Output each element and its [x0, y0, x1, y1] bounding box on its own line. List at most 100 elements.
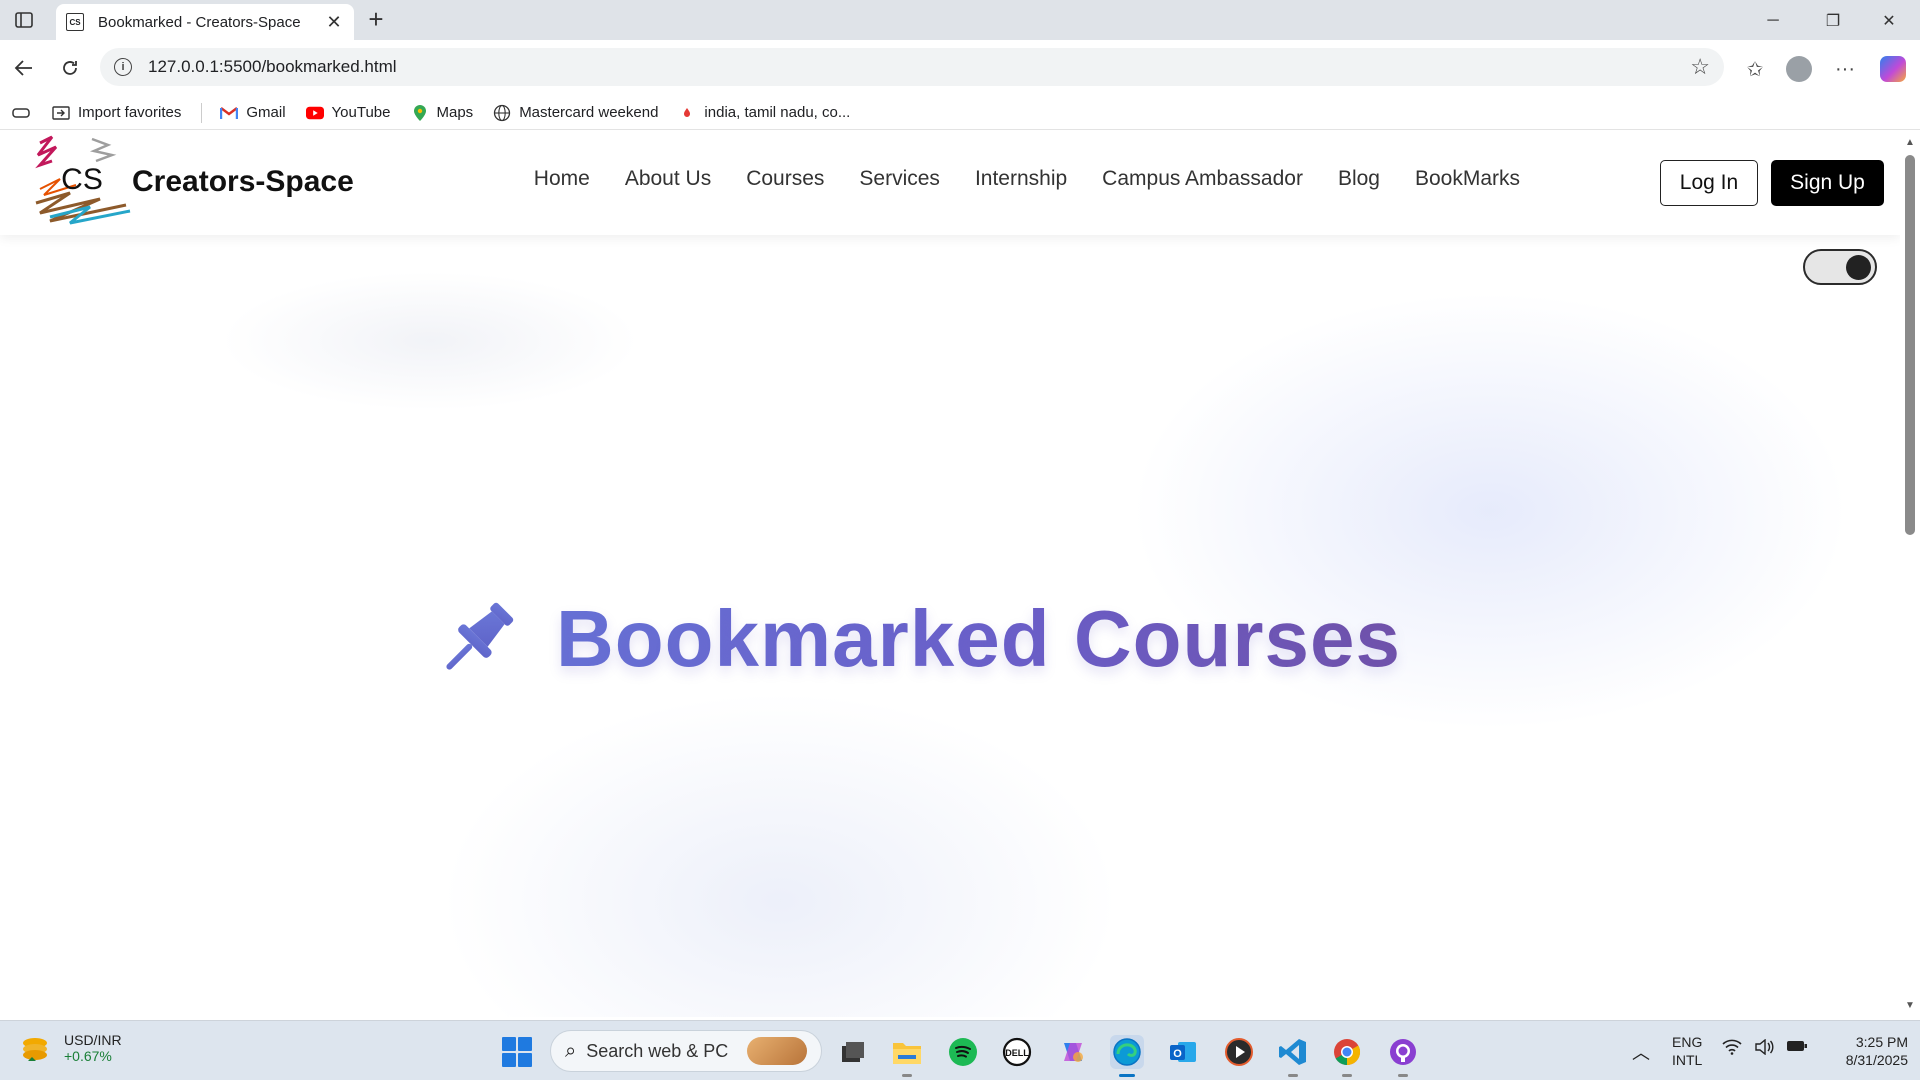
active-indicator — [1119, 1074, 1135, 1077]
copilot-icon[interactable] — [1878, 54, 1908, 84]
new-tab-icon[interactable]: + — [364, 6, 388, 32]
running-indicator — [1342, 1074, 1352, 1077]
copilot-app-icon[interactable] — [1056, 1035, 1090, 1069]
widget-title: USD/INR — [64, 1032, 122, 1048]
maps-icon — [411, 104, 429, 122]
bookmark-label: Gmail — [246, 104, 286, 121]
file-explorer-icon[interactable] — [890, 1035, 924, 1077]
restore-icon[interactable]: ❐ — [1810, 8, 1856, 34]
tab-title: Bookmarked - Creators-Space — [98, 13, 301, 31]
bookmark-label: Import favorites — [78, 104, 182, 121]
os-taskbar: USD/INR +0.67% ⌕ Search web & PC DELL O — [0, 1020, 1920, 1080]
tab-close-icon[interactable]: ✕ — [324, 12, 344, 32]
wifi-icon[interactable] — [1722, 1039, 1742, 1060]
start-windows-icon[interactable] — [502, 1037, 532, 1067]
site-info-icon[interactable]: i — [114, 58, 132, 76]
signup-button[interactable]: Sign Up — [1771, 160, 1884, 206]
vscode-icon[interactable] — [1276, 1035, 1310, 1077]
bookmark-label: Mastercard weekend — [519, 104, 659, 121]
github-desktop-icon[interactable] — [1386, 1035, 1420, 1077]
search-highlight-image — [747, 1037, 807, 1065]
address-bar[interactable]: i 127.0.0.1:5500/bookmarked.html ☆ — [100, 48, 1724, 86]
pin-dot-icon — [678, 104, 696, 122]
bookmarks-divider — [201, 102, 203, 123]
favorite-star-icon[interactable]: ☆ — [1690, 54, 1710, 80]
bookmark-maps[interactable]: Maps — [411, 104, 474, 122]
site-logo-text[interactable]: Creators-Space — [132, 165, 354, 199]
keyboard-layout: INTL — [1672, 1052, 1703, 1068]
battery-icon[interactable] — [1786, 1039, 1808, 1060]
login-button[interactable]: Log In — [1660, 160, 1758, 206]
bookmarks-bar: Import favorites Gmail YouTube Maps Mast… — [0, 96, 1920, 130]
edge-icon[interactable] — [1110, 1035, 1144, 1077]
nav-link-campus-ambassador[interactable]: Campus Ambassador — [1102, 167, 1303, 191]
site-navbar: CS Creators-Space Home About Us Courses … — [0, 131, 1900, 235]
taskbar-search-placeholder: Search web & PC — [586, 1040, 729, 1061]
pushpin-icon — [446, 602, 514, 670]
avatar — [1786, 56, 1812, 82]
scroll-down-icon[interactable]: ▼ — [1905, 1000, 1915, 1011]
site-nav-links: Home About Us Courses Services Internshi… — [499, 167, 1520, 191]
taskbar-search[interactable]: ⌕ Search web & PC — [550, 1030, 822, 1072]
nav-link-internship[interactable]: Internship — [975, 167, 1067, 191]
profile-icon[interactable] — [1784, 54, 1814, 84]
system-clock[interactable]: 3:25 PM 8/31/2025 — [1822, 1033, 1908, 1069]
reload-icon[interactable] — [56, 54, 84, 82]
back-arrow-icon[interactable] — [10, 54, 38, 82]
minimize-icon[interactable]: ─ — [1750, 8, 1796, 34]
collections-icon[interactable] — [12, 104, 30, 122]
address-url[interactable]: 127.0.0.1:5500/bookmarked.html — [148, 57, 1690, 77]
scroll-thumb[interactable] — [1905, 155, 1915, 535]
tray-overflow-chevron-icon[interactable]: ︿ — [1632, 1039, 1650, 1065]
media-player-icon[interactable] — [1222, 1035, 1256, 1069]
youtube-icon — [305, 104, 324, 122]
volume-icon[interactable] — [1754, 1038, 1774, 1060]
bookmark-india-tamil-nadu[interactable]: india, tamil nadu, co... — [678, 104, 850, 122]
currency-widget[interactable]: USD/INR +0.67% — [18, 1031, 122, 1065]
clock-date: 8/31/2025 — [1845, 1052, 1908, 1068]
logo-mark-text: CS — [61, 163, 103, 196]
widget-value: +0.67% — [64, 1048, 112, 1064]
toggle-knob — [1846, 255, 1871, 280]
svg-text:DELL: DELL — [1005, 1048, 1029, 1058]
page-scrollbar[interactable]: ▲ ▼ — [1900, 131, 1920, 1017]
theme-toggle-switch[interactable] — [1803, 249, 1877, 285]
running-indicator — [1398, 1074, 1408, 1077]
search-icon: ⌕ — [565, 1039, 577, 1062]
nav-link-courses[interactable]: Courses — [746, 167, 824, 191]
bookmark-import-favorites[interactable]: Import favorites — [52, 104, 181, 122]
tab-favicon: CS — [66, 13, 84, 31]
nav-link-home[interactable]: Home — [534, 167, 590, 191]
globe-icon — [493, 104, 511, 122]
site-logo-mark[interactable]: CS — [30, 133, 134, 233]
spotify-icon[interactable] — [946, 1035, 980, 1069]
import-icon — [52, 104, 70, 122]
more-menu-icon[interactable]: ··· — [1830, 54, 1860, 84]
page-title: Bookmarked Courses — [556, 594, 1401, 683]
bookmark-mastercard-weekend[interactable]: Mastercard weekend — [493, 104, 658, 122]
chrome-icon[interactable] — [1330, 1035, 1364, 1077]
outlook-icon[interactable]: O — [1166, 1035, 1200, 1069]
nav-link-bookmarks[interactable]: BookMarks — [1415, 167, 1520, 191]
nav-link-services[interactable]: Services — [859, 167, 940, 191]
sidebar-toggle-icon[interactable] — [12, 9, 36, 31]
window-close-icon[interactable]: ✕ — [1866, 8, 1912, 34]
nav-link-about-us[interactable]: About Us — [625, 167, 711, 191]
copilot-logo — [1880, 56, 1906, 82]
task-view-icon[interactable] — [836, 1035, 870, 1069]
scroll-up-icon[interactable]: ▲ — [1905, 137, 1915, 148]
dell-icon[interactable]: DELL — [1000, 1035, 1034, 1069]
input-language[interactable]: ENG INTL — [1672, 1033, 1702, 1069]
bookmark-gmail[interactable]: Gmail — [220, 104, 286, 122]
bookmark-youtube[interactable]: YouTube — [305, 104, 391, 122]
bookmark-label: Maps — [436, 104, 474, 121]
browser-tab-bar: CS Bookmarked - Creators-Space ✕ + ─ ❐ ✕ — [0, 0, 1920, 40]
browser-tab-active[interactable]: CS Bookmarked - Creators-Space ✕ — [56, 4, 354, 40]
page-viewport: CS Creators-Space Home About Us Courses … — [0, 131, 1900, 1017]
system-tray[interactable] — [1722, 1038, 1808, 1060]
favorites-icon[interactable]: ✩ — [1740, 54, 1770, 84]
clock-time: 3:25 PM — [1855, 1034, 1908, 1050]
nav-link-blog[interactable]: Blog — [1338, 167, 1380, 191]
background-glow — [220, 271, 640, 411]
bookmark-label: india, tamil nadu, co... — [704, 104, 851, 121]
